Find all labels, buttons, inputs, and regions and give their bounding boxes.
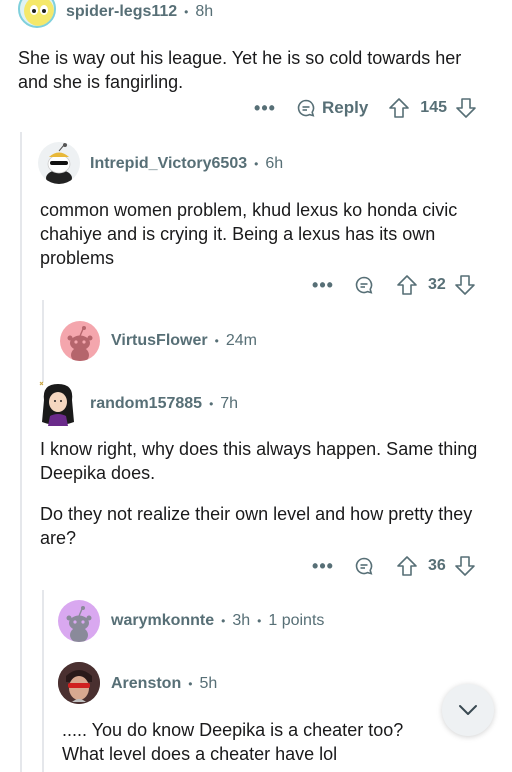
thread-line-level2 xyxy=(42,300,44,382)
comment-body-paragraph: Do they not realize their own level and … xyxy=(40,504,473,548)
downvote-icon[interactable] xyxy=(454,555,476,577)
reply-button[interactable]: Reply xyxy=(296,98,368,118)
comment-meta: Arenston • 5h xyxy=(111,675,217,693)
timestamp: 6h xyxy=(265,155,284,172)
username[interactable]: random157885 xyxy=(90,395,202,413)
username[interactable]: spider-legs112 xyxy=(66,3,177,21)
timestamp: 5h xyxy=(199,675,218,692)
avatar[interactable] xyxy=(60,321,100,361)
chevron-down-icon xyxy=(459,705,477,715)
downvote-icon[interactable] xyxy=(454,274,476,296)
more-icon[interactable]: ••• xyxy=(310,556,336,577)
avatar[interactable] xyxy=(36,378,80,428)
reply-icon[interactable] xyxy=(354,556,374,576)
comment-body: She is way out his league. Yet he is so … xyxy=(18,48,462,92)
timestamp: 24m xyxy=(225,332,257,349)
points: 1 points xyxy=(268,612,325,629)
upvote-icon[interactable] xyxy=(396,274,418,296)
username[interactable]: Arenston xyxy=(111,675,181,693)
avatar-image xyxy=(46,143,72,184)
snoo-icon xyxy=(66,606,92,642)
comment-meta: spider-legs112 • 8h xyxy=(66,3,213,21)
snoo-icon xyxy=(67,326,93,361)
comment-meta: warymkonnte • 3h • 1 points xyxy=(111,612,324,630)
comment-body-line: ..... You do know Deepika is a cheater t… xyxy=(62,720,404,740)
comment-meta: VirtusFlower • 24m xyxy=(111,332,257,350)
reply-label: Reply xyxy=(322,98,369,117)
avatar[interactable] xyxy=(18,0,56,28)
username[interactable]: Intrepid_Victory6503 xyxy=(90,155,247,173)
thread-line-level2b xyxy=(42,590,44,772)
upvote-icon[interactable] xyxy=(388,97,410,119)
timestamp: 3h xyxy=(232,612,251,629)
vote-count: 145 xyxy=(420,99,447,116)
avatar-image xyxy=(58,662,100,704)
thread-line-level1 xyxy=(20,132,22,772)
comment-actions: ••• 36 xyxy=(310,555,476,577)
avatar[interactable] xyxy=(38,142,80,184)
downvote-icon[interactable] xyxy=(455,97,477,119)
avatar-image xyxy=(24,0,54,26)
separator-dot: • xyxy=(221,614,226,628)
comment-body-paragraph: I know right, why does this always happe… xyxy=(40,439,478,483)
more-icon[interactable]: ••• xyxy=(310,275,336,296)
vote-count: 32 xyxy=(428,276,446,293)
comment-actions: ••• 32 xyxy=(310,274,476,296)
avatar-image xyxy=(39,381,74,426)
separator-dot: • xyxy=(254,157,259,171)
username[interactable]: warymkonnte xyxy=(111,612,214,630)
timestamp: 8h xyxy=(195,3,214,20)
separator-dot: • xyxy=(209,397,214,411)
separator-dot: • xyxy=(214,334,219,348)
username[interactable]: VirtusFlower xyxy=(111,332,208,350)
more-icon[interactable]: ••• xyxy=(252,98,278,119)
comment-meta: random157885 • 7h xyxy=(90,395,238,413)
comment-body: common women problem, khud lexus ko hond… xyxy=(40,200,458,268)
scroll-down-button[interactable] xyxy=(442,684,494,736)
separator-dot: • xyxy=(184,5,189,19)
timestamp: 7h xyxy=(220,395,239,412)
avatar[interactable] xyxy=(58,662,100,704)
comment-actions: ••• Reply 145 xyxy=(252,97,477,119)
comment-body-line: What level does a cheater have lol xyxy=(62,744,338,764)
vote-count: 36 xyxy=(428,557,446,574)
avatar[interactable] xyxy=(58,600,100,642)
reply-icon xyxy=(297,99,315,117)
upvote-icon[interactable] xyxy=(396,555,418,577)
separator-dot: • xyxy=(257,614,262,628)
comment-meta: Intrepid_Victory6503 • 6h xyxy=(90,155,283,173)
reply-icon[interactable] xyxy=(354,275,374,295)
separator-dot: • xyxy=(188,677,193,691)
